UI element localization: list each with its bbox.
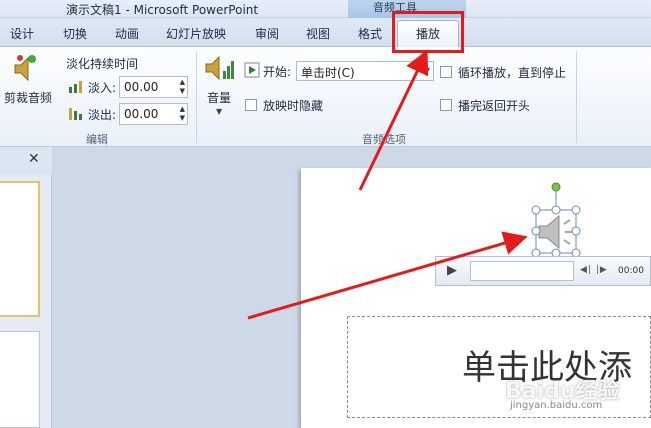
arrow-to-playback-tab: [358, 49, 429, 191]
arrow-to-audio-icon: [247, 231, 528, 320]
annotation-arrows: [247, 49, 528, 320]
